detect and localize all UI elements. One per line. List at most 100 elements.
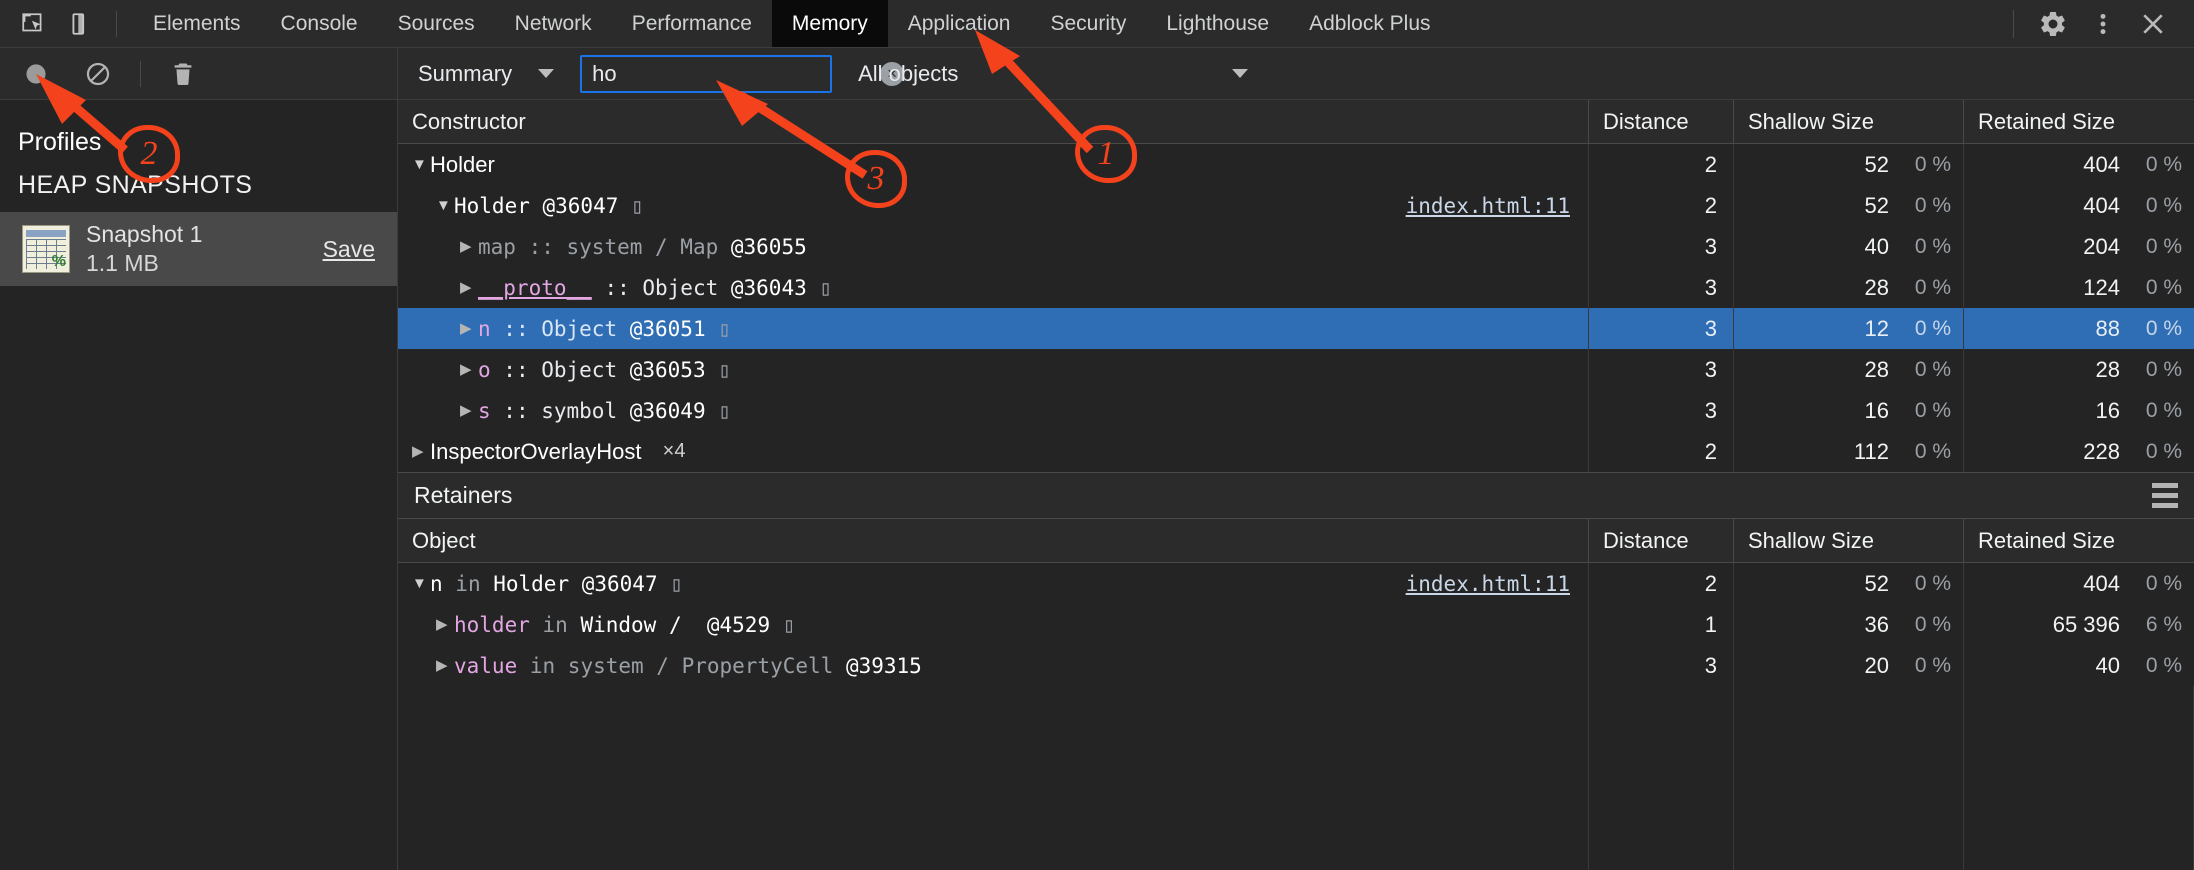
tab-lighthouse[interactable]: Lighthouse: [1146, 0, 1289, 47]
twisty-collapsed-icon[interactable]: ▶: [460, 321, 478, 336]
snapshot-list-item[interactable]: % Snapshot 1 1.1 MB Save: [0, 212, 397, 286]
shallow-size-cell: 16 0 %: [1734, 390, 1964, 431]
retained-size-percent: 6 %: [2145, 612, 2182, 636]
tabbar-left-icons: [0, 0, 133, 47]
scope-select-value[interactable]: All objects: [858, 61, 958, 87]
twisty-collapsed-icon[interactable]: ▶: [460, 239, 478, 254]
tab-console[interactable]: Console: [261, 0, 378, 47]
distance-cell: 2: [1589, 185, 1734, 226]
source-link[interactable]: index.html:11: [1406, 194, 1570, 218]
distance-value: 2: [1704, 192, 1717, 218]
retained-size-percent: 0 %: [2145, 193, 2182, 217]
column-header-shallow-size[interactable]: Shallow Size: [1734, 519, 1964, 562]
twisty-expanded-icon[interactable]: ▼: [412, 157, 430, 172]
shallow-size-value: 52: [1864, 192, 1889, 218]
twisty-collapsed-icon[interactable]: ▶: [460, 362, 478, 377]
constructor-row[interactable]: ▶ __proto__ :: Object @36043 ▯ 3 28 0 % 124 0 …: [398, 267, 2194, 308]
snapshot-save-link[interactable]: Save: [323, 236, 381, 263]
memory-main-pane: Summary × All objects Constructor Distan…: [398, 48, 2194, 870]
row-name-cell: ▶ holder in Window / @4529 ▯: [398, 604, 1589, 645]
retainers-header-row: Object Distance Shallow Size Retained Si…: [398, 519, 2194, 563]
devtools-window: Elements Console Sources Network Perform…: [0, 0, 2194, 870]
tab-network[interactable]: Network: [495, 0, 612, 47]
annotation-marker-1: 1: [1075, 125, 1137, 183]
tab-security[interactable]: Security: [1030, 0, 1146, 47]
hamburger-icon[interactable]: [2152, 483, 2178, 508]
tab-label: Adblock Plus: [1309, 11, 1431, 35]
constructor-row[interactable]: ▶ o :: Object @36053 ▯ 3 28 0 % 28 0 %: [398, 349, 2194, 390]
constructor-row[interactable]: ▶ map :: system / Map @36055 3 40 0 % 204 0 %: [398, 226, 2194, 267]
row-name-part: ▯: [631, 193, 644, 218]
search-input[interactable]: [592, 60, 881, 87]
twisty-expanded-icon[interactable]: ▼: [436, 198, 454, 213]
device-toolbar-icon[interactable]: [62, 5, 100, 43]
inspect-element-icon[interactable]: [14, 5, 52, 43]
row-name-cell: ▶ __proto__ :: Object @36043 ▯: [398, 267, 1589, 308]
retained-size-cell: 404 0 %: [1964, 144, 2194, 185]
row-name-part: ×4: [651, 440, 686, 462]
tab-sources[interactable]: Sources: [378, 0, 495, 47]
distance-value: 3: [1704, 652, 1717, 678]
retained-size-value: 404: [2083, 570, 2120, 596]
row-name-cell: ▼ n in Holder @36047 ▯ index.html:11: [398, 563, 1589, 604]
tab-memory[interactable]: Memory: [771, 0, 888, 47]
record-circle-icon[interactable]: [16, 54, 56, 94]
twisty-collapsed-icon[interactable]: ▶: [412, 444, 430, 459]
shallow-size-percent: 0 %: [1914, 152, 1951, 176]
retained-size-value: 404: [2083, 192, 2120, 218]
distance-cell: 3: [1589, 267, 1734, 308]
twisty-collapsed-icon[interactable]: ▶: [460, 403, 478, 418]
distance-value: 2: [1704, 570, 1717, 596]
tabbar-divider: [116, 10, 117, 37]
search-input-wrapper[interactable]: ×: [580, 54, 905, 93]
distance-cell: 3: [1589, 390, 1734, 431]
view-select-value: Summary: [418, 60, 513, 86]
column-header-shallow-size[interactable]: Shallow Size: [1734, 100, 1964, 143]
view-select[interactable]: Summary: [414, 61, 558, 87]
row-name-part: InspectorOverlayHost: [430, 438, 642, 464]
tab-label: Elements: [153, 11, 241, 35]
retainer-row[interactable]: ▶ holder in Window / @4529 ▯ 1 36 0 % 65 396 6…: [398, 604, 2194, 645]
column-header-object[interactable]: Object: [398, 519, 1589, 562]
annotation-marker-3: 3: [845, 150, 907, 208]
source-link[interactable]: index.html:11: [1406, 572, 1570, 596]
close-icon[interactable]: [2130, 1, 2176, 47]
no-entry-icon[interactable]: [78, 54, 118, 94]
constructor-row[interactable]: ▶ InspectorOverlayHost ×4 2 112 0 % 228 0 %: [398, 431, 2194, 472]
tab-label: Lighthouse: [1166, 11, 1270, 35]
shallow-size-percent: 0 %: [1914, 612, 1951, 636]
constructor-row[interactable]: ▼ Holder @36047 ▯ index.html:11 2 52 0 % 404 0 …: [398, 185, 2194, 226]
column-header-retained-size[interactable]: Retained Size: [1964, 100, 2194, 143]
twisty-expanded-icon[interactable]: ▼: [412, 576, 430, 591]
column-header-distance[interactable]: Distance: [1589, 519, 1734, 562]
column-header-retained-size[interactable]: Retained Size: [1964, 519, 2194, 562]
row-name-part: @36049: [617, 398, 719, 423]
twisty-collapsed-icon[interactable]: ▶: [436, 658, 454, 673]
distance-cell: 2: [1589, 563, 1734, 604]
retained-size-cell: 16 0 %: [1964, 390, 2194, 431]
retainer-row[interactable]: ▶ value in system / PropertyCell @39315 3 2…: [398, 645, 2194, 686]
column-header-distance[interactable]: Distance: [1589, 100, 1734, 143]
more-vertical-icon[interactable]: [2080, 1, 2126, 47]
shallow-size-value: 52: [1864, 151, 1889, 177]
chevron-down-icon[interactable]: [1232, 69, 1248, 78]
constructor-row[interactable]: ▶ s :: symbol @36049 ▯ 3 16 0 % 16 0 %: [398, 390, 2194, 431]
row-name-part: map: [478, 234, 516, 259]
tab-adblock-plus[interactable]: Adblock Plus: [1289, 0, 1450, 47]
retained-size-cell: 404 0 %: [1964, 563, 2194, 604]
shallow-size-percent: 0 %: [1914, 234, 1951, 258]
retainer-row[interactable]: ▼ n in Holder @36047 ▯ index.html:11 2 52 0 %…: [398, 563, 2194, 604]
constructors-rows: ▼ Holder 2 52 0 % 404 0 % ▼ Holder @36047 ▯ index…: [398, 144, 2194, 472]
tab-elements[interactable]: Elements: [133, 0, 261, 47]
tab-performance[interactable]: Performance: [612, 0, 772, 47]
tab-application[interactable]: Application: [888, 0, 1031, 47]
gear-icon[interactable]: [2030, 1, 2076, 47]
constructor-row[interactable]: ▶ n :: Object @36051 ▯ 3 12 0 % 88 0 %: [398, 308, 2194, 349]
twisty-collapsed-icon[interactable]: ▶: [460, 280, 478, 295]
column-header-constructor[interactable]: Constructor: [398, 100, 1589, 143]
twisty-collapsed-icon[interactable]: ▶: [436, 617, 454, 632]
constructor-row[interactable]: ▼ Holder 2 52 0 % 404 0 %: [398, 144, 2194, 185]
retained-size-value: 16: [2095, 397, 2120, 423]
trash-icon[interactable]: [163, 54, 203, 94]
tab-label: Application: [907, 11, 1011, 35]
